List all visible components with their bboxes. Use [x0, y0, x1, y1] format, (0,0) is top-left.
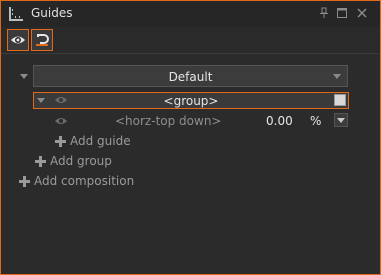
guides-panel: Guides Default <group> <horz-top down> 0… — [0, 0, 381, 275]
composition-select[interactable]: Default — [33, 65, 348, 87]
guide-visibility-icon[interactable] — [54, 116, 68, 126]
toolbar — [1, 27, 380, 54]
add-guide-label: Add guide — [70, 134, 131, 148]
add-composition-label: Add composition — [34, 174, 135, 188]
plus-icon — [19, 176, 30, 187]
group-row[interactable]: <group> — [33, 92, 349, 109]
maximize-icon[interactable] — [336, 7, 348, 19]
title-bar: Guides — [1, 1, 380, 27]
panel-title: Guides — [31, 6, 73, 20]
guides-icon — [9, 7, 23, 21]
group-label: <group> — [163, 94, 219, 108]
guides-tree: Default <group> <horz-top down> 0.00 % A… — [1, 54, 380, 274]
guide-unit: % — [310, 114, 322, 128]
snap-toggle-button[interactable] — [31, 29, 53, 51]
unit-select[interactable] — [334, 113, 348, 127]
chevron-down-icon — [333, 74, 341, 79]
guide-row[interactable]: <horz-top down> 0.00 % — [53, 112, 349, 130]
visibility-toggle-button[interactable] — [7, 29, 29, 51]
collapse-composition-icon[interactable] — [20, 74, 28, 79]
chevron-down-icon — [337, 118, 345, 123]
guide-label: <horz-top down> — [115, 114, 222, 128]
snap-magnet-icon — [36, 34, 49, 46]
group-checkbox[interactable] — [334, 94, 346, 106]
eye-toggle-icon — [11, 36, 25, 44]
pin-icon[interactable] — [318, 7, 330, 19]
composition-selected-value: Default — [168, 70, 213, 84]
plus-icon — [55, 136, 66, 147]
close-icon[interactable] — [356, 7, 368, 19]
plus-icon — [35, 156, 46, 167]
add-group-label: Add group — [50, 154, 112, 168]
guide-value-field[interactable]: 0.00 — [266, 114, 293, 128]
